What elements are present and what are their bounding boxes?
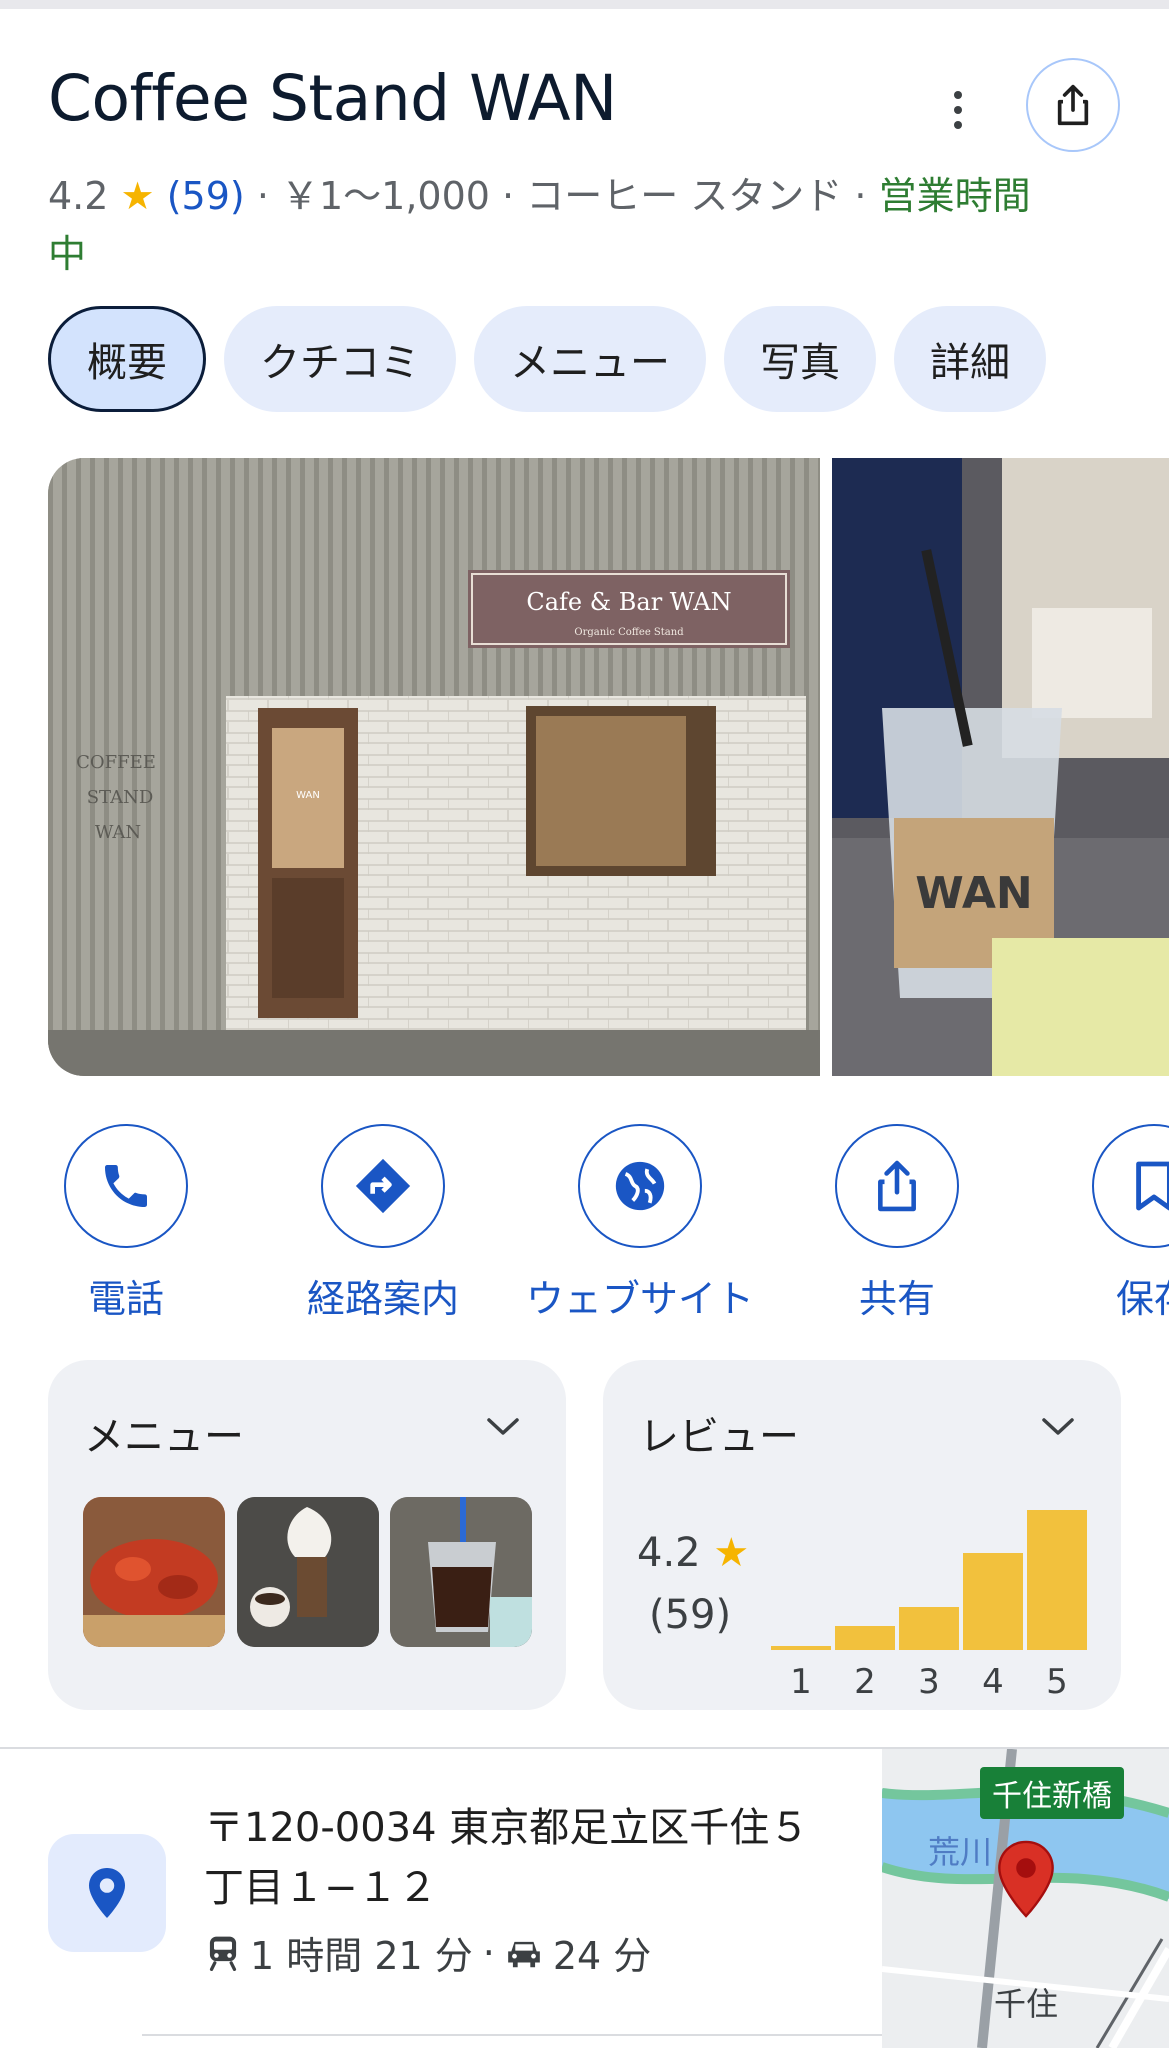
- meta-separator: ·: [502, 174, 527, 218]
- share-icon: [1057, 84, 1089, 126]
- review-rating: 4.2 ★: [637, 1530, 749, 1576]
- meta-separator: ·: [256, 174, 281, 218]
- menu-thumbnail[interactable]: [390, 1497, 532, 1647]
- car-icon: [508, 1941, 540, 1967]
- wall-text: COFFEE: [76, 752, 156, 773]
- share-button[interactable]: [835, 1124, 959, 1248]
- tab-details[interactable]: 詳細: [894, 306, 1046, 412]
- parfait-thumbnail-image: [237, 1497, 379, 1647]
- address-icon-box: [48, 1834, 166, 1952]
- save-label: 保存: [1115, 1277, 1169, 1321]
- address-text[interactable]: 〒120-0034 東京都足立区千住５丁目１−１２: [204, 1798, 844, 1918]
- tab-menu[interactable]: メニュー: [474, 306, 706, 412]
- drive-time: 24 分: [552, 1934, 652, 1978]
- globe-icon: [615, 1161, 665, 1211]
- star-icon: ★: [713, 1530, 750, 1576]
- save-action[interactable]: 保存: [1044, 1124, 1169, 1323]
- rating-bar-2: [835, 1626, 895, 1650]
- directions-action[interactable]: 経路案内: [273, 1124, 493, 1323]
- save-button[interactable]: [1092, 1124, 1169, 1248]
- call-button[interactable]: [64, 1124, 188, 1248]
- review-card[interactable]: レビュー 4.2 ★ (59) 1 2 3 4 5: [603, 1360, 1121, 1710]
- location-pin-icon: [89, 1868, 125, 1918]
- share-button-top[interactable]: [1026, 58, 1120, 152]
- price-range: ￥1〜1,000: [280, 174, 490, 218]
- storefront-photo[interactable]: Cafe & Bar WAN Organic Coffee Stand COFF…: [48, 458, 820, 1076]
- directions-label: 経路案内: [306, 1277, 459, 1321]
- website-label: ウェブサイト: [526, 1277, 755, 1321]
- more-options-icon[interactable]: [935, 80, 980, 140]
- sign-subtext: Organic Coffee Stand: [574, 627, 684, 638]
- share-label: 共有: [858, 1277, 935, 1321]
- menu-thumbnail[interactable]: [237, 1497, 379, 1647]
- rating-bar-5: [1027, 1510, 1087, 1650]
- rating-bar-4: [963, 1553, 1023, 1650]
- chevron-down-icon[interactable]: [486, 1416, 520, 1438]
- menu-card-title: メニュー: [84, 1414, 244, 1460]
- place-meta: 4.2 ★ (59) · ￥1〜1,000 · コーヒー スタンド · 営業時間…: [48, 167, 1058, 283]
- review-count-link[interactable]: (59): [167, 174, 245, 218]
- train-icon: [209, 1936, 237, 1971]
- rating-bar-label: 3: [918, 1662, 940, 1702]
- food-thumbnail-image: [83, 1497, 225, 1647]
- iced-coffee-thumbnail-image: [390, 1497, 532, 1647]
- tab-bar: 概要 クチコミ メニュー 写真 詳細: [48, 306, 1046, 412]
- star-icon: ★: [120, 174, 155, 218]
- tab-photos[interactable]: 写真: [724, 306, 876, 412]
- action-row: 電話 経路案内 ウェブサイト 共有 保: [48, 1124, 1169, 1324]
- menu-card[interactable]: メニュー: [48, 1360, 566, 1710]
- more-dot: [953, 121, 962, 129]
- place-title: Coffee Stand WAN: [48, 62, 617, 135]
- call-action[interactable]: 電話: [16, 1124, 236, 1323]
- review-card-title: レビュー: [639, 1414, 799, 1460]
- bottom-divider: [142, 2034, 882, 2036]
- transit-time: 1 時間 21 分: [250, 1934, 473, 1978]
- map-river-label: 荒川: [928, 1833, 993, 1871]
- travel-times: 1 時間 21 分 · 24 分: [206, 1925, 651, 1980]
- rating-bar-label: 1: [790, 1662, 812, 1702]
- meta-separator: ·: [482, 1930, 495, 1975]
- meta-separator: ·: [854, 174, 879, 218]
- rating-value: 4.2: [48, 174, 109, 218]
- menu-thumbnail[interactable]: [83, 1497, 225, 1647]
- sign-text: Cafe & Bar WAN: [526, 588, 731, 616]
- more-dot: [953, 106, 962, 114]
- tab-reviews[interactable]: クチコミ: [224, 306, 456, 412]
- tab-overview[interactable]: 概要: [48, 306, 206, 412]
- chevron-down-icon[interactable]: [1041, 1416, 1075, 1438]
- directions-icon: [355, 1158, 411, 1214]
- share-icon: [878, 1160, 916, 1212]
- wall-text: WAN: [95, 822, 141, 843]
- website-action[interactable]: ウェブサイト: [526, 1124, 754, 1323]
- map-pin-icon: [998, 1840, 1054, 1918]
- drink-illustration: WAN: [832, 458, 1169, 1076]
- share-action[interactable]: 共有: [787, 1124, 1007, 1323]
- map-station-tag: 千住新橋: [980, 1767, 1124, 1819]
- bookmark-icon: [1136, 1161, 1169, 1211]
- storefront-illustration: Cafe & Bar WAN Organic Coffee Stand COFF…: [48, 458, 820, 1076]
- rating-bar-3: [899, 1607, 959, 1650]
- call-label: 電話: [87, 1277, 164, 1321]
- rating-bar-label: 2: [854, 1662, 876, 1702]
- category: コーヒー スタンド: [526, 174, 843, 218]
- review-rating-value: 4.2: [637, 1530, 701, 1576]
- map-thumbnail[interactable]: 千住新橋 荒川 千住: [882, 1749, 1169, 2048]
- rating-bar-1: [771, 1646, 831, 1650]
- review-count: (59): [649, 1592, 732, 1638]
- rating-distribution: 1 2 3 4 5: [771, 1490, 1091, 1702]
- rating-bar-label: 4: [982, 1662, 1004, 1702]
- top-strip: [0, 0, 1169, 9]
- rating-bar-label: 5: [1046, 1662, 1068, 1702]
- directions-button[interactable]: [321, 1124, 445, 1248]
- website-button[interactable]: [578, 1124, 702, 1248]
- phone-icon: [105, 1165, 147, 1207]
- more-dot: [953, 91, 962, 99]
- map-area-label: 千住: [994, 1985, 1059, 2023]
- photo-carousel[interactable]: Cafe & Bar WAN Organic Coffee Stand COFF…: [48, 458, 1169, 1076]
- wall-text: STAND: [87, 787, 154, 808]
- drink-photo[interactable]: WAN: [832, 458, 1169, 1076]
- door-text: WAN: [296, 790, 320, 801]
- cup-text: WAN: [915, 868, 1032, 919]
